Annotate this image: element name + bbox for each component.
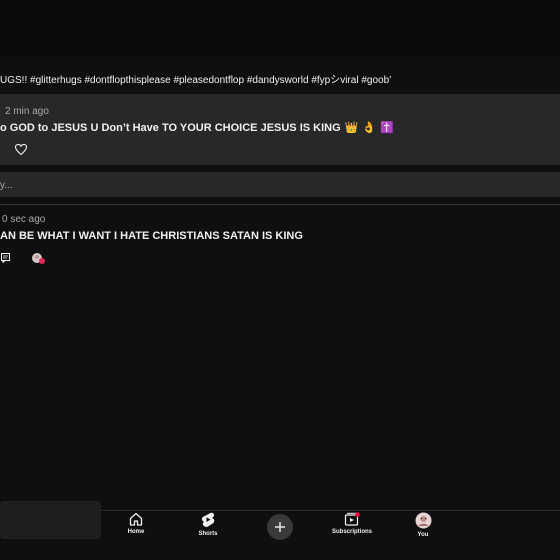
reply-placeholder: y... <box>0 180 13 191</box>
nav-you[interactable]: You <box>383 512 463 552</box>
shorts-icon <box>201 512 215 527</box>
nav-you-label: You <box>417 532 429 538</box>
home-icon <box>129 512 143 526</box>
cross-emoji: ✝️ <box>380 122 394 134</box>
comment-text: o GOD to JESUS U Don’t Have TO YOUR CHOI… <box>0 121 394 134</box>
comment-timestamp: 2 min ago <box>5 106 49 117</box>
nav-home[interactable]: Home <box>96 512 176 552</box>
subscriptions-icon <box>344 512 360 526</box>
nav-subscriptions-label: Subscriptions <box>331 529 372 535</box>
crown-emoji: 👑 <box>344 122 359 134</box>
create-button[interactable] <box>267 514 293 540</box>
comment-text: AN BE WHAT I WANT I HATE CHRISTIANS SATA… <box>0 230 303 242</box>
divider <box>0 204 560 205</box>
like-heart-icon[interactable] <box>14 142 28 156</box>
video-area <box>0 0 560 57</box>
nav-home-label: Home <box>127 529 145 535</box>
nav-shorts[interactable]: Shorts <box>168 512 248 552</box>
nav-shorts-label: Shorts <box>198 531 218 537</box>
avatar-icon <box>415 512 431 529</box>
bottom-left-field[interactable] <box>0 501 101 539</box>
ok-hand-emoji: 👌 <box>362 122 377 134</box>
nav-subscriptions[interactable]: Subscriptions <box>312 512 392 552</box>
video-caption: UGS!! #glitterhugs #dontflopthisplease #… <box>0 75 392 86</box>
reply-comment-icon[interactable] <box>0 252 10 264</box>
user-avatar-icon[interactable] <box>31 252 47 266</box>
comment-timestamp: 0 sec ago <box>2 214 46 225</box>
plus-icon <box>275 522 285 532</box>
comment-body: o GOD to JESUS U Don’t Have TO YOUR CHOI… <box>0 122 341 134</box>
reply-input[interactable] <box>0 172 560 197</box>
